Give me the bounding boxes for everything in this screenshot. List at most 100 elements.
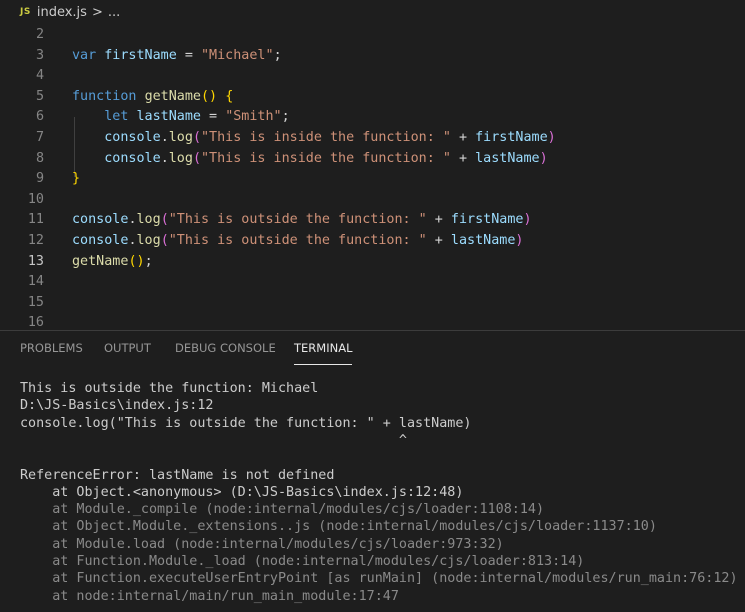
terminal-line: ReferenceError: lastName is not defined xyxy=(20,467,335,483)
code-line[interactable]: 12 console.log("This is outside the funct… xyxy=(0,231,745,251)
code-line[interactable]: 6 let lastName = "Smith"; xyxy=(0,107,745,127)
breadcrumb-file[interactable]: index.js xyxy=(37,5,87,20)
code-token: ( xyxy=(160,212,169,228)
code-token: log xyxy=(136,233,161,248)
code-token: getName xyxy=(144,88,201,104)
code-token: "This is outside the function: " xyxy=(168,233,427,248)
code-text: function getName() { xyxy=(72,87,233,107)
code-token: ( xyxy=(192,130,201,145)
code-text: let lastName = "Smith"; xyxy=(72,107,289,127)
line-number[interactable]: 12 xyxy=(0,231,44,251)
code-token: console xyxy=(72,212,129,228)
breadcrumb: JS index.js > ... xyxy=(0,0,745,24)
code-token: + xyxy=(450,130,476,145)
code-token: . xyxy=(160,150,169,166)
code-line[interactable]: 16 xyxy=(0,313,745,330)
code-token: "This is outside the function: " xyxy=(168,212,427,228)
code-token: getName xyxy=(72,253,129,269)
bottom-panel: PROBLEMS OUTPUT DEBUG CONSOLE TERMINAL T… xyxy=(0,331,745,612)
code-token: var xyxy=(72,47,97,63)
code-token: ( xyxy=(160,233,169,248)
line-number[interactable]: 6 xyxy=(0,107,44,127)
line-number[interactable]: 4 xyxy=(0,66,44,86)
code-token: { xyxy=(225,88,234,104)
code-token: () xyxy=(201,88,218,104)
code-editor[interactable]: 2 3 var firstName = "Michael"; 4 5 function g… xyxy=(0,24,745,330)
code-token: ( xyxy=(192,150,201,166)
code-token: lastName xyxy=(136,109,202,125)
terminal-line: ^ xyxy=(20,432,407,448)
code-token: "Smith" xyxy=(225,109,282,125)
code-line[interactable]: 13 getName(); xyxy=(0,252,745,272)
code-token: + xyxy=(426,233,451,248)
code-line[interactable]: 3 var firstName = "Michael"; xyxy=(0,46,745,66)
code-token: ; xyxy=(144,253,153,269)
code-token: log xyxy=(136,212,161,228)
code-token: console xyxy=(104,130,161,145)
line-number[interactable]: 2 xyxy=(0,25,44,45)
code-line[interactable]: 15 xyxy=(0,293,745,313)
code-text: console.log("This is inside the function… xyxy=(72,149,548,169)
code-line[interactable]: 11 console.log("This is outside the funct… xyxy=(0,210,745,230)
code-token: log xyxy=(168,150,193,166)
tab-output[interactable]: OUTPUT xyxy=(104,341,151,355)
terminal-line: at Module.load (node:internal/modules/cj… xyxy=(20,536,504,552)
code-token: "Michael" xyxy=(201,47,274,63)
tab-terminal[interactable]: TERMINAL xyxy=(294,341,353,365)
code-line[interactable]: 2 xyxy=(0,25,745,45)
code-token: ) xyxy=(539,150,548,166)
code-token: log xyxy=(168,130,193,145)
terminal-line: at Object.Module._extensions..js (node:i… xyxy=(20,519,657,535)
code-token: lastName xyxy=(450,233,516,248)
code-token: . xyxy=(128,233,137,248)
code-line[interactable]: 14 xyxy=(0,272,745,292)
line-number[interactable]: 14 xyxy=(0,272,44,292)
code-line[interactable]: 7 console.log("This is inside the functi… xyxy=(0,128,745,148)
code-text: var firstName = "Michael"; xyxy=(72,46,282,66)
code-token: } xyxy=(72,171,81,187)
code-token: firstName xyxy=(450,212,524,228)
tab-debug-console[interactable]: DEBUG CONSOLE xyxy=(175,341,276,355)
line-number[interactable]: 5 xyxy=(0,87,44,107)
line-number[interactable]: 11 xyxy=(0,210,44,230)
terminal-line: This is outside the function: Michael xyxy=(20,381,319,396)
terminal-line: console.log("This is outside the functio… xyxy=(20,415,472,431)
code-line[interactable]: 10 xyxy=(0,190,745,210)
code-text: console.log("This is inside the function… xyxy=(72,128,556,148)
line-number[interactable]: 13 xyxy=(0,252,44,272)
code-token: console xyxy=(104,150,161,166)
code-token: firstName xyxy=(475,130,548,145)
code-token: function xyxy=(72,88,137,104)
code-token: lastName xyxy=(475,150,540,166)
code-token: "This is inside the function: " xyxy=(201,150,451,166)
code-token: () xyxy=(128,253,145,269)
line-number[interactable]: 15 xyxy=(0,293,44,313)
code-line[interactable]: 5 function getName() { xyxy=(0,87,745,107)
chevron-right-icon: > xyxy=(91,4,103,20)
code-token: . xyxy=(128,212,137,228)
line-number[interactable]: 9 xyxy=(0,169,44,189)
code-token: = xyxy=(176,47,201,63)
tab-problems[interactable]: PROBLEMS xyxy=(20,341,83,355)
line-number[interactable]: 10 xyxy=(0,190,44,210)
line-number[interactable]: 8 xyxy=(0,149,44,169)
code-token: ) xyxy=(547,130,556,145)
line-number[interactable]: 3 xyxy=(0,46,44,66)
breadcrumb-ellipsis[interactable]: ... xyxy=(108,5,120,20)
code-text: getName(); xyxy=(72,252,153,272)
code-line[interactable]: 9} xyxy=(0,169,745,189)
code-token: ) xyxy=(523,212,532,228)
code-token: console xyxy=(72,233,129,248)
line-number[interactable]: 16 xyxy=(0,313,44,330)
terminal-line: at Function.executeUserEntryPoint [as ru… xyxy=(20,571,738,587)
code-token: "This is inside the function: " xyxy=(201,130,451,145)
code-token: ) xyxy=(515,233,524,248)
code-token: firstName xyxy=(104,47,177,63)
code-line[interactable]: 8 console.log("This is inside the functi… xyxy=(0,149,745,169)
terminal-line: at Function.Module._load (node:internal/… xyxy=(20,554,585,569)
line-number[interactable]: 7 xyxy=(0,128,44,148)
code-line[interactable]: 4 xyxy=(0,66,745,86)
